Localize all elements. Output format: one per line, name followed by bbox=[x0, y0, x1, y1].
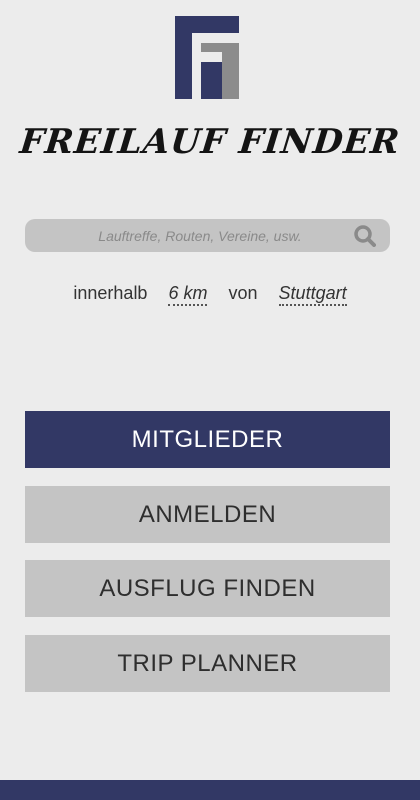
within-label: innerhalb bbox=[73, 283, 148, 303]
login-button[interactable]: ANMELDEN bbox=[25, 486, 390, 543]
search-bar bbox=[25, 219, 390, 252]
footer-bar bbox=[0, 780, 420, 800]
location-selector[interactable]: Stuttgart bbox=[278, 283, 347, 306]
search-input[interactable] bbox=[25, 219, 355, 252]
trip-planner-button[interactable]: TRIP PLANNER bbox=[25, 635, 390, 692]
distance-selector[interactable]: 6 km bbox=[168, 283, 208, 306]
from-label: von bbox=[228, 283, 258, 303]
app-wordmark: FREILAUF FINDER bbox=[17, 122, 403, 162]
range-filter: innerhalb 6 km von Stuttgart bbox=[0, 283, 420, 306]
members-button[interactable]: MITGLIEDER bbox=[25, 411, 390, 468]
search-icon[interactable] bbox=[354, 225, 376, 247]
find-trip-button[interactable]: AUSFLUG FINDEN bbox=[25, 560, 390, 617]
logo-icon bbox=[175, 16, 239, 99]
